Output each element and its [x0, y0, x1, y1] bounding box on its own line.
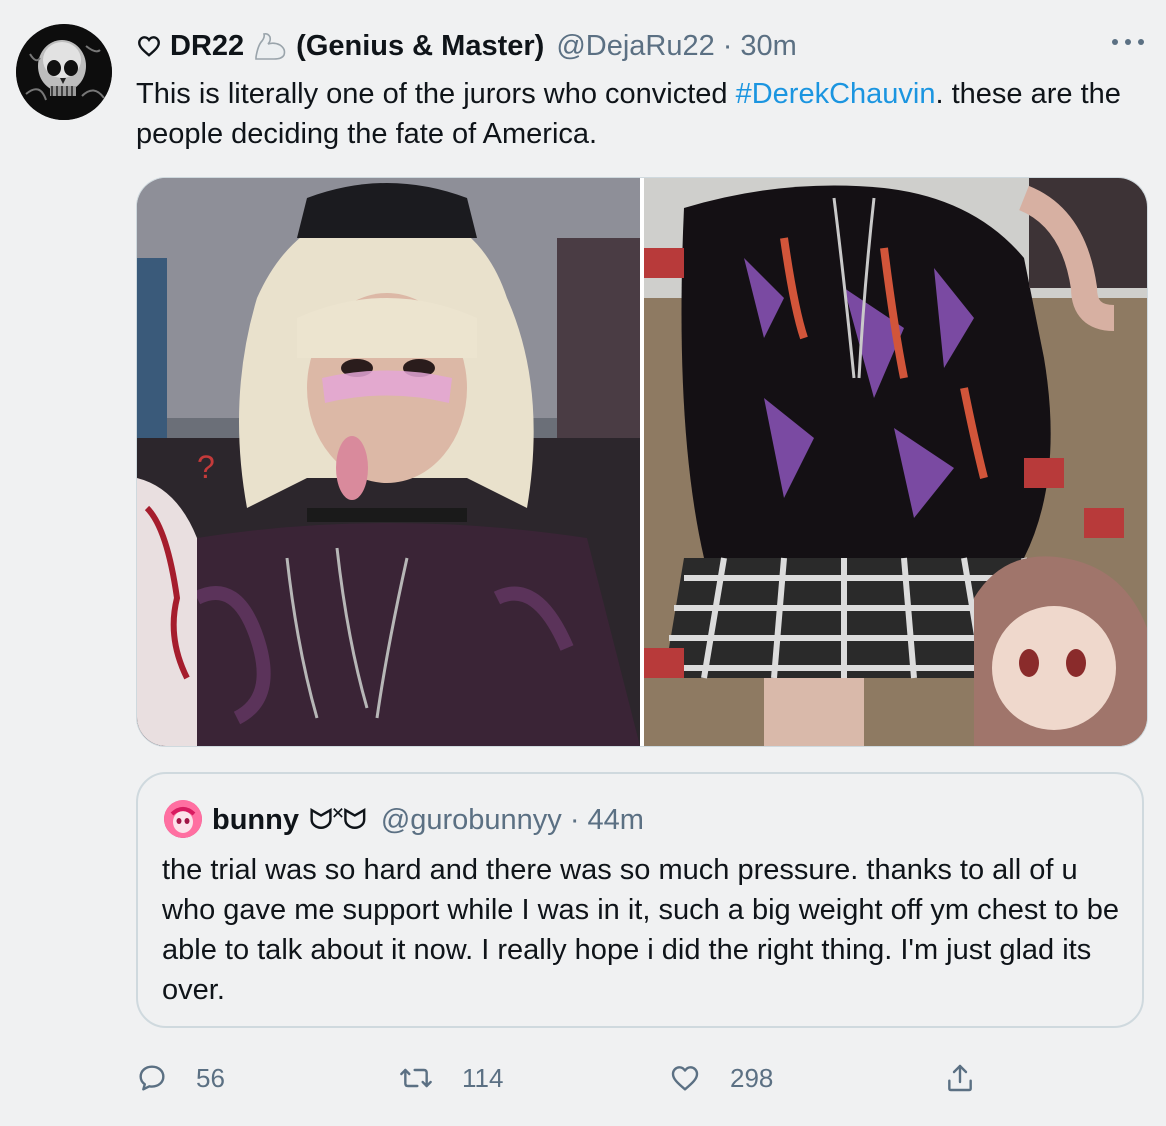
reply-bubble-icon	[139, 1065, 165, 1091]
media-photo-1[interactable]: ?	[137, 178, 640, 746]
retweet-icon	[400, 1068, 432, 1088]
tweet-text: This is literally one of the jurors who …	[136, 74, 1146, 154]
quoted-tweet[interactable]: bunny ᗢ˟ᗢ @gurobunnyy · 44m the trial wa…	[136, 772, 1144, 1028]
more-dot	[1112, 39, 1118, 45]
header-separator: ·	[722, 29, 733, 62]
tweet-media: ?	[136, 177, 1148, 747]
quoted-author-handle[interactable]: @gurobunnyy	[381, 804, 562, 837]
retweet-button[interactable]: 114	[398, 1056, 503, 1100]
quoted-tweet-timestamp[interactable]: 44m	[587, 804, 643, 837]
author-name-suffix[interactable]: (Genius & Master)	[296, 30, 544, 63]
like-count: 298	[730, 1062, 774, 1093]
share-button[interactable]	[944, 1056, 1004, 1100]
quoted-author-emoticon: ᗢ˟ᗢ	[309, 803, 367, 836]
like-button[interactable]: 298	[668, 1056, 773, 1100]
reply-count: 56	[196, 1062, 225, 1093]
heart-outline-icon	[138, 36, 160, 57]
photo-selfie-blonde-hair: ?	[137, 178, 640, 746]
more-horizontal-icon[interactable]	[1112, 34, 1144, 50]
tweet: DR22 (Genius & Master) @DejaRu22 · 30m T…	[0, 0, 1166, 1126]
quoted-author-display-name[interactable]: bunny	[212, 804, 299, 837]
author-handle[interactable]: @DejaRu22	[556, 30, 714, 63]
share-upload-icon	[948, 1064, 972, 1092]
more-dot	[1125, 39, 1131, 45]
quoted-tweet-header: bunny ᗢ˟ᗢ @gurobunnyy · 44m	[212, 800, 644, 840]
quoted-header-separator: ·	[569, 803, 580, 836]
svg-text:?: ?	[197, 449, 215, 485]
hashtag-link[interactable]: #DerekChauvin	[736, 78, 936, 110]
bunny-avatar-image	[164, 800, 202, 838]
more-dot	[1138, 39, 1144, 45]
tweet-header: DR22 (Genius & Master) @DejaRu22 · 30m	[136, 24, 797, 68]
reply-button[interactable]: 56	[136, 1056, 225, 1100]
tweet-actions: 56 114 298	[136, 1056, 1146, 1100]
heart-icon	[671, 1066, 699, 1091]
tweet-text-before: This is literally one of the jurors who …	[136, 78, 736, 110]
skull-avatar-image	[16, 24, 112, 120]
quoted-tweet-text: the trial was so hard and there was so m…	[162, 854, 1119, 1006]
author-display-name[interactable]: DR22	[170, 30, 244, 63]
retweet-count: 114	[462, 1062, 504, 1093]
author-avatar[interactable]	[16, 24, 112, 120]
media-photo-2[interactable]	[644, 178, 1147, 746]
flexed-biceps-emoji	[255, 33, 286, 60]
tweet-timestamp[interactable]: 30m	[740, 30, 796, 63]
quoted-author-avatar[interactable]	[164, 800, 202, 838]
photo-mirror-outfit	[644, 178, 1147, 746]
